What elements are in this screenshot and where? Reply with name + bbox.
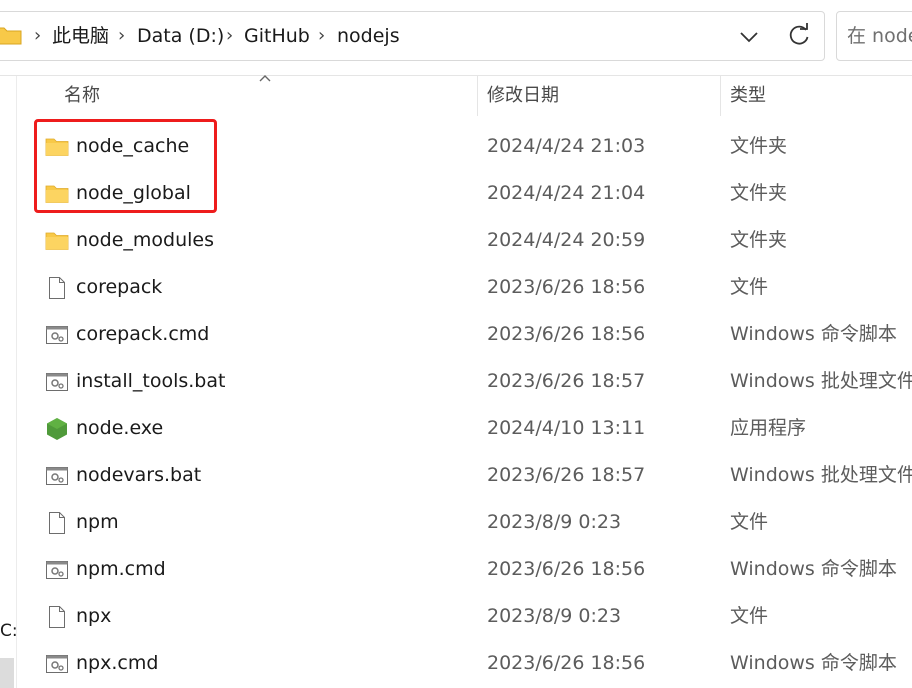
- search-input[interactable]: 在 node: [847, 24, 912, 48]
- breadcrumb-separator: ›: [226, 25, 234, 46]
- file-row[interactable]: npm.cmd 2023/6/26 18:56 Windows 命令脚本: [17, 546, 912, 593]
- breadcrumb-github[interactable]: GitHub: [244, 24, 310, 48]
- file-name[interactable]: node.exe: [76, 416, 163, 440]
- file-modified-date: 2023/6/26 18:56: [487, 558, 646, 580]
- file-name[interactable]: node_modules: [76, 228, 214, 252]
- file-type: 文件夹: [730, 135, 788, 157]
- address-toolbar: › 此电脑 › Data (D:) › GitHub › nodejs 在 no…: [0, 0, 912, 76]
- file-name[interactable]: install_tools.bat: [76, 369, 225, 393]
- navigation-pane: [0, 76, 17, 688]
- column-header-modified[interactable]: 修改日期: [487, 84, 559, 108]
- script-icon: [45, 323, 69, 347]
- folder-icon: [0, 27, 22, 45]
- column-divider[interactable]: [477, 76, 478, 116]
- column-header-name[interactable]: 名称: [64, 84, 100, 108]
- file-modified-date: 2023/8/9 0:23: [487, 511, 622, 533]
- file-name[interactable]: corepack: [76, 275, 162, 299]
- file-modified-date: 2023/6/26 18:56: [487, 323, 646, 345]
- file-type: 文件夹: [730, 229, 788, 251]
- file-row[interactable]: corepack 2023/6/26 18:56 文件: [17, 264, 912, 311]
- file-type: 文件: [730, 276, 769, 298]
- file-type: 文件: [730, 605, 769, 627]
- file-row[interactable]: node.exe 2024/4/10 13:11 应用程序: [17, 405, 912, 452]
- node-exe-icon: [45, 417, 69, 441]
- file-name[interactable]: npm: [76, 510, 119, 534]
- file-name[interactable]: npx: [76, 604, 111, 628]
- file-row[interactable]: npx.cmd 2023/6/26 18:56 Windows 命令脚本: [17, 640, 912, 687]
- file-row[interactable]: node_modules 2024/4/24 20:59 文件夹: [17, 217, 912, 264]
- file-modified-date: 2023/6/26 18:56: [487, 276, 646, 298]
- file-row[interactable]: corepack.cmd 2023/6/26 18:56 Windows 命令脚本: [17, 311, 912, 358]
- script-icon: [45, 464, 69, 488]
- script-icon: [45, 558, 69, 582]
- refresh-icon[interactable]: [786, 22, 812, 48]
- script-icon: [45, 370, 69, 394]
- column-divider[interactable]: [720, 76, 721, 116]
- folder-icon: [45, 229, 69, 253]
- breadcrumb-nodejs[interactable]: nodejs: [337, 24, 400, 48]
- file-type: Windows 命令脚本: [730, 652, 897, 674]
- script-icon: [45, 652, 69, 676]
- file-type: Windows 命令脚本: [730, 323, 897, 345]
- file-modified-date: 2024/4/10 13:11: [487, 417, 646, 439]
- navigation-selection[interactable]: [0, 658, 14, 688]
- column-header-type[interactable]: 类型: [730, 84, 766, 108]
- file-name[interactable]: nodevars.bat: [76, 463, 201, 487]
- file-row[interactable]: npm 2023/8/9 0:23 文件: [17, 499, 912, 546]
- breadcrumb-this-pc[interactable]: 此电脑: [52, 24, 109, 48]
- file-icon: [45, 511, 69, 535]
- file-row[interactable]: nodevars.bat 2023/6/26 18:57 Windows 批处理文件: [17, 452, 912, 499]
- file-type: 文件夹: [730, 182, 788, 204]
- file-icon: [45, 605, 69, 629]
- highlight-box: [34, 119, 217, 213]
- chevron-down-icon[interactable]: [736, 24, 762, 50]
- breadcrumb-separator: ›: [34, 25, 42, 46]
- file-type: Windows 批处理文件: [730, 370, 912, 392]
- file-icon: [45, 276, 69, 300]
- sort-ascending-icon: [259, 75, 271, 82]
- file-type: Windows 命令脚本: [730, 558, 897, 580]
- file-modified-date: 2023/8/9 0:23: [487, 605, 622, 627]
- file-type: 应用程序: [730, 417, 807, 439]
- file-modified-date: 2023/6/26 18:57: [487, 370, 646, 392]
- breadcrumb-separator: ›: [318, 25, 326, 46]
- file-modified-date: 2024/4/24 20:59: [487, 229, 646, 251]
- file-name[interactable]: corepack.cmd: [76, 322, 209, 346]
- file-modified-date: 2024/4/24 21:03: [487, 135, 646, 157]
- file-modified-date: 2023/6/26 18:56: [487, 652, 646, 674]
- file-type: Windows 批处理文件: [730, 464, 912, 486]
- file-name[interactable]: npm.cmd: [76, 557, 166, 581]
- file-row[interactable]: install_tools.bat 2023/6/26 18:57 Windows …: [17, 358, 912, 405]
- breadcrumb-data-drive[interactable]: Data (D:): [137, 24, 224, 48]
- file-modified-date: 2024/4/24 21:04: [487, 182, 646, 204]
- file-type: 文件: [730, 511, 769, 533]
- file-name[interactable]: npx.cmd: [76, 651, 158, 675]
- file-row[interactable]: npx 2023/8/9 0:23 文件: [17, 593, 912, 640]
- breadcrumb-separator: ›: [118, 25, 126, 46]
- drive-c-label[interactable]: C:: [0, 620, 18, 642]
- file-modified-date: 2023/6/26 18:57: [487, 464, 646, 486]
